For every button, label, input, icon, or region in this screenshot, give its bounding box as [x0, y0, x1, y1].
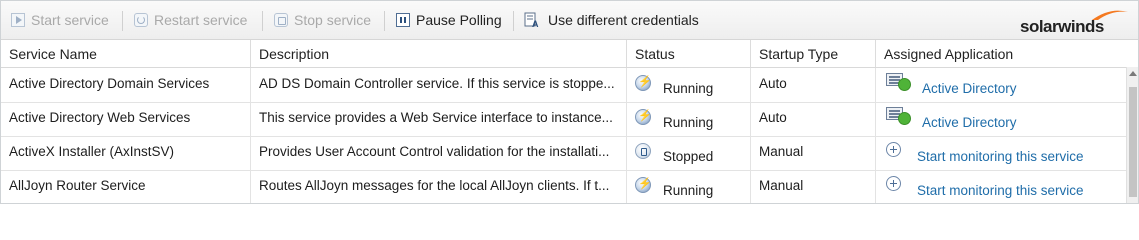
application-status-icon	[886, 106, 911, 126]
description-cell: Provides User Account Control validation…	[251, 136, 627, 170]
use-credentials-button[interactable]: A Use different credentials	[524, 1, 699, 39]
start-monitoring-link[interactable]: Start monitoring this service	[917, 183, 1084, 198]
startup-type-cell: Manual	[751, 136, 876, 170]
vertical-scrollbar[interactable]	[1126, 67, 1138, 203]
service-name: AllJoyn Router Service	[9, 178, 146, 193]
stop-service-button[interactable]: Stop service	[274, 1, 371, 39]
toolbar-divider	[384, 11, 385, 31]
pause-polling-label: Pause Polling	[416, 12, 502, 28]
column-header-startup-type[interactable]: Startup Type	[751, 40, 876, 67]
service-name: Active Directory Web Services	[9, 110, 191, 125]
running-status-icon	[635, 75, 652, 91]
status-cell: Running	[627, 170, 751, 203]
startup-type: Manual	[759, 144, 804, 159]
restart-service-button[interactable]: Restart service	[134, 1, 247, 39]
status-cell: Running	[627, 68, 751, 102]
table-row[interactable]: ActiveX Installer (AxInstSV) Provides Us…	[1, 136, 1126, 171]
assigned-application-cell: Start monitoring this service	[876, 170, 1126, 203]
service-description: Routes AllJoyn messages for the local Al…	[259, 178, 610, 193]
assigned-application-link[interactable]: Active Directory	[922, 81, 1017, 96]
toolbar-divider	[513, 11, 514, 31]
column-header-service-name[interactable]: Service Name	[1, 40, 251, 67]
running-status-icon	[635, 177, 652, 193]
status-cell: Running	[627, 102, 751, 136]
startup-type-cell: Auto	[751, 68, 876, 102]
stop-service-label: Stop service	[294, 12, 372, 28]
restart-service-label: Restart service	[154, 12, 248, 28]
column-header-assigned-application[interactable]: Assigned Application	[876, 40, 1138, 67]
description-cell: Routes AllJoyn messages for the local Al…	[251, 170, 627, 203]
startup-type: Auto	[759, 76, 787, 91]
logo-wordmark: solarwinds	[1020, 17, 1104, 36]
column-header-description[interactable]: Description	[251, 40, 627, 67]
status-text: Running	[663, 115, 714, 130]
table-row[interactable]: Active Directory Domain Services AD DS D…	[1, 68, 1126, 103]
assigned-application-cell: Active Directory	[876, 68, 1126, 102]
service-name: Active Directory Domain Services	[9, 76, 210, 91]
service-name-cell: Active Directory Domain Services	[1, 68, 251, 102]
service-name: ActiveX Installer (AxInstSV)	[9, 144, 175, 159]
scrollbar-thumb[interactable]	[1129, 87, 1137, 197]
pause-polling-button[interactable]: Pause Polling	[396, 1, 502, 39]
use-credentials-label: Use different credentials	[548, 12, 699, 28]
service-name-cell: ActiveX Installer (AxInstSV)	[1, 136, 251, 170]
service-name-cell: AllJoyn Router Service	[1, 170, 251, 203]
credentials-icon: A	[524, 12, 539, 28]
startup-type: Auto	[759, 110, 787, 125]
startup-type-cell: Auto	[751, 102, 876, 136]
status-text: Stopped	[663, 149, 714, 164]
start-service-button[interactable]: Start service	[11, 1, 109, 39]
table-row[interactable]: AllJoyn Router Service Routes AllJoyn me…	[1, 170, 1126, 203]
service-name-cell: Active Directory Web Services	[1, 102, 251, 136]
description-cell: AD DS Domain Controller service. If this…	[251, 68, 627, 102]
assigned-application-cell: Start monitoring this service	[876, 136, 1126, 170]
toolbar-divider	[262, 11, 263, 31]
pause-icon	[396, 13, 410, 27]
scroll-up-arrow-icon[interactable]	[1129, 71, 1137, 76]
status-text: Running	[663, 183, 714, 198]
service-description: Provides User Account Control validation…	[259, 144, 610, 159]
assigned-application-cell: Active Directory	[876, 102, 1126, 136]
startup-type: Manual	[759, 178, 804, 193]
service-description: AD DS Domain Controller service. If this…	[259, 76, 615, 91]
service-description: This service provides a Web Service inte…	[259, 110, 613, 125]
play-icon	[11, 13, 25, 27]
add-circle-icon[interactable]	[886, 142, 901, 157]
toolbar: Start service Restart service Stop servi…	[1, 1, 1138, 40]
start-service-label: Start service	[31, 12, 109, 28]
stopped-status-icon	[635, 143, 651, 159]
status-text: Running	[663, 81, 714, 96]
column-header-status[interactable]: Status	[627, 40, 751, 67]
svg-text:A: A	[532, 19, 539, 28]
toolbar-divider	[122, 11, 123, 31]
description-cell: This service provides a Web Service inte…	[251, 102, 627, 136]
startup-type-cell: Manual	[751, 170, 876, 203]
running-status-icon	[635, 109, 652, 125]
table-header: Service Name Description Status Startup …	[1, 40, 1138, 68]
restart-icon	[134, 13, 148, 27]
services-panel: Start service Restart service Stop servi…	[0, 0, 1139, 204]
start-monitoring-link[interactable]: Start monitoring this service	[917, 149, 1084, 164]
table-row[interactable]: Active Directory Web Services This servi…	[1, 102, 1126, 137]
stop-icon	[274, 13, 288, 27]
solarwinds-logo: solarwinds	[1020, 9, 1130, 36]
assigned-application-link[interactable]: Active Directory	[922, 115, 1017, 130]
status-cell: Stopped	[627, 136, 751, 170]
application-status-icon	[886, 72, 911, 92]
add-circle-icon[interactable]	[886, 176, 901, 191]
